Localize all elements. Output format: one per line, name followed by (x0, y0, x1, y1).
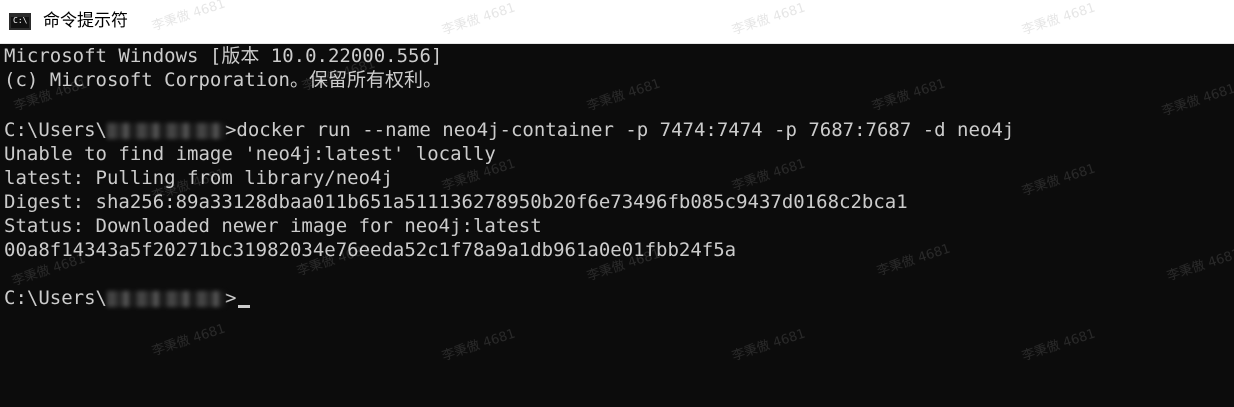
watermark: 李秉傲 4681 (150, 321, 228, 360)
watermark: 李秉傲 4681 (585, 76, 663, 115)
console-output[interactable]: Microsoft Windows [版本 10.0.22000.556] (c… (0, 44, 1234, 407)
watermark: 李秉傲 4681 (1020, 326, 1098, 365)
prompt-prefix: C:\Users\ (4, 119, 107, 141)
console-line: Microsoft Windows [版本 10.0.22000.556] (4, 45, 443, 67)
redacted-username (106, 290, 225, 307)
cmd-icon-glyph: C:\ (13, 16, 28, 25)
active-prompt-line[interactable]: C:\Users\ > (4, 286, 251, 310)
cmd-icon: C:\ (9, 13, 31, 30)
console-line: Unable to find image 'neo4j:latest' loca… (4, 143, 496, 165)
watermark: 李秉傲 4681 (1020, 161, 1098, 200)
watermark: 李秉傲 4681 (730, 326, 808, 365)
text-cursor (238, 305, 251, 308)
console-line: Status: Downloaded newer image for neo4j… (4, 215, 542, 237)
prompt-suffix: > (224, 119, 237, 141)
console-line: Digest: sha256:89a33128dbaa011b651a51113… (4, 191, 908, 213)
watermark: 李秉傲 4681 (730, 156, 808, 195)
title-bar[interactable]: C:\ 命令提示符 (0, 0, 1234, 44)
console-line: (c) Microsoft Corporation。保留所有权利。 (4, 69, 442, 91)
watermark: 李秉傲 4681 (1160, 81, 1234, 120)
watermark: 李秉傲 4681 (440, 326, 518, 365)
window-title: 命令提示符 (43, 11, 128, 31)
command-text: docker run --name neo4j-container -p 747… (236, 119, 1015, 141)
watermark: 李秉傲 4681 (870, 76, 948, 115)
console-line: 00a8f14343a5f20271bc31982034e76eeda52c1f… (4, 239, 737, 261)
prompt-suffix: > (224, 287, 237, 309)
command-line: C:\Users\ >docker run --name neo4j-contai… (4, 118, 1014, 142)
command-prompt-window: C:\ 命令提示符 Microsoft Windows [版本 10.0.220… (0, 0, 1234, 407)
console-line: latest: Pulling from library/neo4j (4, 167, 393, 189)
redacted-username (106, 122, 225, 139)
watermark: 李秉傲 4681 (875, 241, 953, 280)
watermark: 李秉傲 4681 (1165, 246, 1234, 285)
prompt-prefix: C:\Users\ (4, 287, 107, 309)
